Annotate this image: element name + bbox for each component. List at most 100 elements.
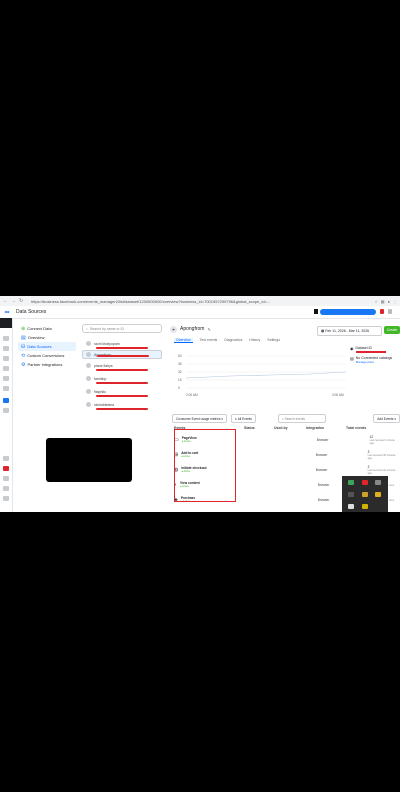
more-icon[interactable] bbox=[3, 496, 9, 501]
address-bar[interactable]: https://business.facebook.com/events_man… bbox=[31, 299, 337, 304]
users-icon[interactable] bbox=[3, 386, 9, 391]
pixel-icon bbox=[86, 341, 91, 346]
y-tick: 45 bbox=[178, 362, 182, 366]
catalog-icon: ▤ bbox=[350, 356, 354, 361]
column-header[interactable]: Integration bbox=[306, 426, 346, 430]
list-item[interactable]: farnitlop bbox=[82, 372, 162, 385]
app-icon[interactable] bbox=[362, 480, 368, 485]
info-icon: ◉ bbox=[350, 346, 354, 351]
integration-value: Browser bbox=[315, 452, 328, 457]
back-icon[interactable]: ← bbox=[3, 298, 8, 304]
chevron-down-icon: ▾ bbox=[220, 416, 223, 421]
list-item[interactable]: rahimblestea bbox=[82, 398, 162, 411]
list-item[interactable]: plane flabys bbox=[82, 359, 162, 372]
rail-logo[interactable] bbox=[0, 318, 12, 328]
nav-custom-conversions[interactable]: ⟲ Custom Conversions bbox=[18, 351, 76, 360]
page-title: Data Sources bbox=[16, 309, 47, 315]
app-icon[interactable] bbox=[362, 492, 368, 497]
last-received: Last received 41 minutes ago bbox=[367, 468, 396, 475]
detail-item: ◉ Dataset ID bbox=[350, 346, 400, 353]
ads-icon[interactable] bbox=[3, 346, 9, 351]
overview-icon: ▤ bbox=[21, 334, 26, 341]
app-icon[interactable] bbox=[362, 504, 368, 509]
app-icon[interactable] bbox=[348, 504, 354, 509]
integrations-icon: ⚙ bbox=[21, 361, 26, 368]
grid-icon[interactable] bbox=[3, 408, 9, 413]
nav-label: Data Sources bbox=[27, 344, 52, 349]
star-icon[interactable]: ☆ bbox=[374, 299, 378, 304]
events-filter-button[interactable]: ≡ All Events bbox=[230, 414, 256, 423]
y-tick: 0 bbox=[178, 386, 180, 390]
screenshot-frame: ← → ↻ https://business.facebook.com/even… bbox=[0, 296, 400, 512]
data-source-search[interactable]: ⌕ Search by name or ID bbox=[82, 324, 162, 333]
catalog-icon[interactable] bbox=[3, 366, 9, 371]
column-header[interactable]: Used by bbox=[274, 426, 306, 430]
column-header[interactable]: Status bbox=[244, 426, 274, 430]
notification-icon[interactable] bbox=[380, 309, 384, 314]
series-line bbox=[185, 371, 347, 379]
date-range-value: Feb 11, 2026 - Mar 11, 2026 bbox=[325, 329, 370, 333]
list-item[interactable]: fitaphilu bbox=[82, 385, 162, 398]
date-range-picker[interactable]: ▦ Feb 11, 2026 - Mar 11, 2026 bbox=[317, 326, 382, 336]
search-icon[interactable] bbox=[3, 476, 9, 481]
data-source-list: ⌕ Search by name or ID rachi khatyupam A… bbox=[82, 324, 162, 444]
tab-diagnostics[interactable]: Diagnostics bbox=[224, 338, 242, 343]
browser-nav: ← → ↻ bbox=[0, 298, 31, 304]
nav-connect-data[interactable]: ⊕ Connect Data bbox=[18, 324, 76, 333]
home-icon[interactable] bbox=[3, 336, 9, 341]
browser-right-icons: ☆ ▦ ● ⋮ bbox=[337, 299, 400, 304]
nav-partner-integrations[interactable]: ⚙ Partner integrations bbox=[18, 360, 76, 369]
edit-icon[interactable]: ✎ bbox=[207, 327, 210, 332]
search-placeholder: Search by name or ID bbox=[89, 326, 125, 331]
event-search-input[interactable]: ⌕ Search events bbox=[277, 414, 326, 423]
meta-logo-icon[interactable]: ∞ bbox=[0, 309, 14, 316]
x-tick: 2:00 AM bbox=[186, 393, 198, 397]
app-icon[interactable] bbox=[375, 480, 381, 485]
redaction-mark bbox=[355, 351, 386, 353]
redaction-mark bbox=[97, 355, 149, 357]
tab-history[interactable]: History bbox=[249, 338, 260, 343]
tab-test-events[interactable]: Test events bbox=[200, 338, 218, 343]
data-source-name: farnitlop bbox=[94, 376, 107, 381]
tab-settings[interactable]: Settings bbox=[267, 338, 280, 343]
chart-icon[interactable] bbox=[3, 356, 9, 361]
pixel-icon bbox=[86, 402, 91, 407]
list-icon[interactable] bbox=[3, 376, 9, 381]
account-selector[interactable] bbox=[320, 309, 376, 315]
extensions-icon[interactable]: ▦ bbox=[381, 299, 385, 304]
account-avatar[interactable] bbox=[314, 309, 318, 314]
manage-link[interactable]: Manage pixel bbox=[356, 360, 392, 364]
column-header[interactable]: Total events bbox=[346, 426, 366, 430]
notifications-icon[interactable] bbox=[3, 466, 9, 471]
nav-data-sources[interactable]: ⛁ Data Sources bbox=[18, 342, 76, 351]
data-sources-icon: ⛁ bbox=[21, 343, 26, 350]
forward-icon[interactable]: → bbox=[11, 298, 16, 304]
nav-overview[interactable]: ▤ Overview bbox=[18, 333, 76, 342]
list-item[interactable]: Apongfrom bbox=[82, 350, 162, 359]
list-item[interactable]: rachi khatyupam bbox=[82, 337, 162, 350]
events-toolbar: Consumer Event usage metrics ▾ ≡ All Eve… bbox=[172, 414, 400, 423]
pixel-icon bbox=[86, 363, 91, 368]
menu-icon[interactable]: ⋮ bbox=[393, 299, 397, 304]
add-events-button[interactable]: Add Events ▾ bbox=[373, 414, 400, 423]
app-icon[interactable] bbox=[348, 492, 354, 497]
pixel-icon bbox=[86, 376, 91, 381]
nav-label: Custom Conversions bbox=[27, 353, 65, 358]
metrics-filter-select[interactable]: Consumer Event usage metrics ▾ bbox=[172, 414, 227, 423]
system-tray-popup bbox=[342, 476, 388, 512]
events-manager-icon[interactable] bbox=[3, 398, 9, 403]
help-icon[interactable] bbox=[388, 309, 392, 314]
plus-circle-icon: ⊕ bbox=[21, 325, 26, 332]
create-button[interactable]: Create bbox=[384, 326, 400, 334]
detail-label: Dataset ID bbox=[355, 346, 373, 350]
profile-icon[interactable]: ● bbox=[388, 299, 390, 304]
tab-overview[interactable]: Overview bbox=[174, 338, 193, 343]
reload-icon[interactable]: ↻ bbox=[19, 298, 23, 304]
app-icon[interactable] bbox=[375, 492, 381, 497]
settings-icon[interactable] bbox=[3, 456, 9, 461]
left-rail bbox=[0, 318, 13, 512]
help-icon[interactable] bbox=[3, 486, 9, 491]
search-icon: ⌕ bbox=[86, 326, 88, 331]
filter-value: Consumer Event usage metrics bbox=[176, 416, 221, 421]
app-icon[interactable] bbox=[348, 480, 354, 485]
